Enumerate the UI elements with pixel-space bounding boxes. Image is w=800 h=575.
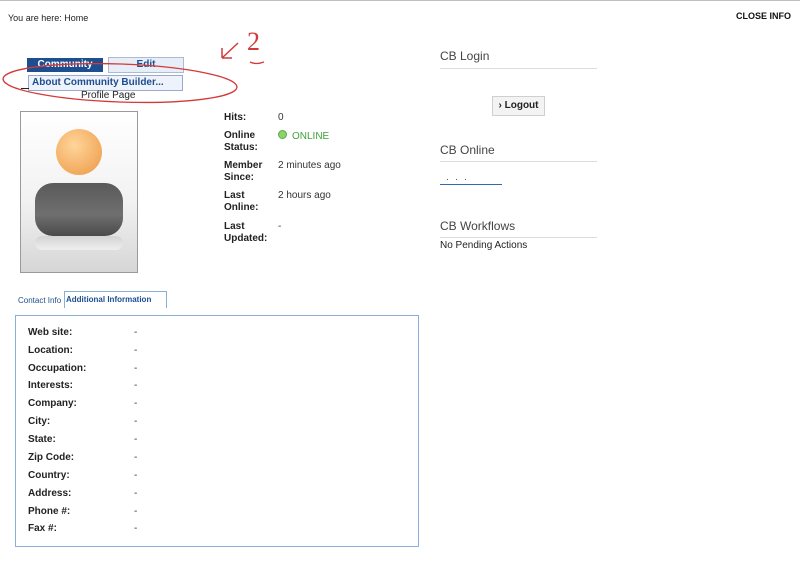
logout-label: Logout (504, 100, 539, 111)
phone-value: - (134, 506, 138, 517)
member-since-value: 2 minutes ago (278, 160, 341, 171)
country-label: Country: (28, 470, 70, 481)
tab-contact-info[interactable]: Contact Info (18, 295, 64, 307)
location-value: - (134, 345, 138, 356)
last-updated-value: - (278, 221, 282, 232)
fax-value: - (134, 523, 138, 534)
zip-code-value: - (134, 452, 138, 463)
cb-login-title: CB Login (440, 49, 490, 63)
hits-label: Hits: (224, 112, 247, 123)
menu-edit[interactable]: Edit (108, 57, 184, 73)
city-label: City: (28, 416, 51, 427)
menu-item-about-community-builder[interactable]: About Community Builder... (28, 75, 183, 91)
company-value: - (134, 398, 138, 409)
city-value: - (134, 416, 138, 427)
last-online-value: 2 hours ago (278, 190, 331, 201)
occupation-label: Occupation: (28, 363, 87, 374)
online-status-text: ONLINE (292, 131, 330, 142)
last-updated-label: Last Updated: (224, 221, 268, 244)
additional-information-panel: Web site: - Location: - Occupation: - In… (15, 315, 419, 547)
avatar (20, 111, 138, 273)
interests-value: - (134, 380, 138, 391)
default-user-icon (35, 129, 123, 250)
tab-additional-information[interactable]: Additional Information (64, 291, 167, 308)
cb-online-divider (440, 161, 597, 162)
partially-hidden-text (21, 88, 29, 89)
annotation-number: 2 (247, 27, 260, 56)
cb-login-divider (440, 68, 597, 69)
menu-community[interactable]: Community (27, 58, 103, 72)
cb-workflows-divider (440, 237, 597, 238)
interests-label: Interests: (28, 380, 74, 391)
cb-online-title: CB Online (440, 143, 495, 157)
state-label: State: (28, 434, 56, 445)
chevron-right-icon: › (498, 100, 502, 111)
phone-label: Phone #: (28, 506, 71, 517)
web-site-label: Web site: (28, 327, 73, 338)
address-label: Address: (28, 488, 72, 499)
online-users-list[interactable]: ··· (446, 174, 473, 184)
top-divider (0, 0, 800, 1)
online-status-label: Online Status: (224, 130, 258, 153)
company-label: Company: (28, 398, 77, 409)
online-status-icon (278, 130, 287, 139)
fax-label: Fax #: (28, 523, 57, 534)
breadcrumb: You are here: Home (8, 13, 89, 23)
annotation-arrow (221, 42, 239, 59)
no-pending-actions: No Pending Actions (440, 240, 528, 251)
profile-page-label: Profile Page (81, 90, 136, 101)
country-value: - (134, 470, 138, 481)
last-online-label: Last Online: (224, 190, 259, 213)
cb-workflows-title: CB Workflows (440, 219, 516, 233)
close-info-link[interactable]: CLOSE INFO (736, 11, 791, 21)
logout-button[interactable]: › Logout (492, 96, 545, 116)
zip-code-label: Zip Code: (28, 452, 75, 463)
location-label: Location: (28, 345, 73, 356)
occupation-value: - (134, 363, 138, 374)
hits-value: 0 (278, 112, 284, 123)
address-value: - (134, 488, 138, 499)
annotation-underline (249, 61, 265, 65)
member-since-label: Member Since: (224, 160, 263, 183)
online-users-underline (440, 184, 502, 185)
web-site-value: - (134, 327, 138, 338)
state-value: - (134, 434, 138, 445)
online-status-value: ONLINE (278, 130, 329, 142)
